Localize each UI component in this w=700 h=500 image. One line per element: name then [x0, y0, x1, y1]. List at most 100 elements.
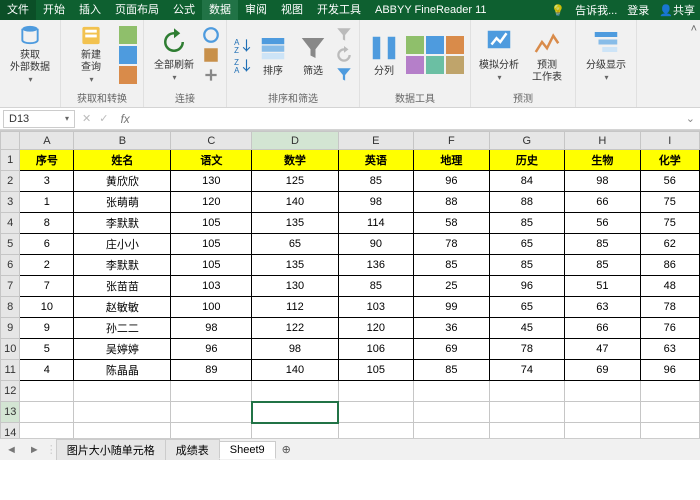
sort-desc-icon[interactable]: ZA: [233, 56, 251, 74]
cell[interactable]: 90: [338, 234, 414, 255]
collapse-ribbon-icon[interactable]: ˄: [691, 23, 697, 35]
remove-dup-icon[interactable]: [426, 36, 444, 54]
cell[interactable]: [74, 402, 171, 423]
reapply-icon[interactable]: [335, 46, 353, 64]
cell[interactable]: 96: [171, 339, 252, 360]
recent-sources-icon[interactable]: [119, 66, 137, 84]
consolidate-icon[interactable]: [406, 56, 424, 74]
header-cell[interactable]: 地理: [414, 150, 490, 171]
cell[interactable]: 2: [20, 255, 74, 276]
cell[interactable]: 7: [20, 276, 74, 297]
cell[interactable]: 84: [489, 171, 565, 192]
enter-icon[interactable]: ✓: [95, 112, 112, 125]
tab-file[interactable]: 文件: [0, 0, 36, 20]
edit-links-icon[interactable]: [202, 66, 220, 84]
header-cell[interactable]: 序号: [20, 150, 74, 171]
cell[interactable]: 98: [171, 318, 252, 339]
cell[interactable]: 105: [171, 234, 252, 255]
cell[interactable]: [171, 402, 252, 423]
header-cell[interactable]: 化学: [640, 150, 699, 171]
cell[interactable]: [20, 402, 74, 423]
cell[interactable]: 96: [640, 360, 699, 381]
cell[interactable]: 5: [20, 339, 74, 360]
column-headers[interactable]: ABCDEFGHI: [1, 132, 700, 150]
cell[interactable]: 47: [565, 339, 641, 360]
cell[interactable]: 66: [565, 318, 641, 339]
cell[interactable]: 10: [20, 297, 74, 318]
expand-fx-icon[interactable]: ⌄: [681, 112, 700, 125]
cell[interactable]: 140: [252, 360, 338, 381]
cell[interactable]: 122: [252, 318, 338, 339]
cell[interactable]: 98: [338, 192, 414, 213]
row-header[interactable]: 7: [1, 276, 20, 297]
cell[interactable]: 99: [414, 297, 490, 318]
outline-button[interactable]: 分级显示▾: [582, 24, 630, 86]
row-header[interactable]: 13: [1, 402, 20, 423]
cell[interactable]: 98: [252, 339, 338, 360]
cell[interactable]: [20, 381, 74, 402]
row-header[interactable]: 4: [1, 213, 20, 234]
tab-data[interactable]: 数据: [202, 0, 238, 20]
header-cell[interactable]: 语文: [171, 150, 252, 171]
row-header[interactable]: 5: [1, 234, 20, 255]
cancel-icon[interactable]: ✕: [78, 112, 95, 125]
forecast-sheet-button[interactable]: 预测 工作表: [525, 24, 569, 86]
add-sheet-button[interactable]: ⊕: [276, 443, 297, 456]
cell[interactable]: [565, 402, 641, 423]
cell[interactable]: 66: [565, 192, 641, 213]
filter-button[interactable]: 筛选: [295, 24, 331, 86]
sheet-tab-0[interactable]: 图片大小随单元格: [56, 439, 166, 460]
what-if-button[interactable]: 模拟分析▾: [477, 24, 521, 86]
cell[interactable]: [338, 381, 414, 402]
cell[interactable]: 65: [489, 297, 565, 318]
cell[interactable]: [414, 381, 490, 402]
cell[interactable]: 75: [640, 213, 699, 234]
tab-review[interactable]: 审阅: [238, 0, 274, 20]
cell[interactable]: 9: [20, 318, 74, 339]
cell[interactable]: 56: [640, 171, 699, 192]
sheet-nav-prev[interactable]: ◄: [0, 444, 23, 456]
cell[interactable]: [252, 402, 338, 423]
cell[interactable]: 36: [414, 318, 490, 339]
cell[interactable]: 88: [489, 192, 565, 213]
cell[interactable]: 85: [565, 255, 641, 276]
cell[interactable]: 105: [171, 255, 252, 276]
cell[interactable]: 85: [338, 171, 414, 192]
row-header[interactable]: 6: [1, 255, 20, 276]
from-table-icon[interactable]: [119, 46, 137, 64]
cell[interactable]: 103: [338, 297, 414, 318]
cell[interactable]: 45: [489, 318, 565, 339]
cell[interactable]: 74: [489, 360, 565, 381]
cell[interactable]: 58: [414, 213, 490, 234]
cell[interactable]: 65: [489, 234, 565, 255]
tab-abbyy[interactable]: ABBYY FineReader 11: [368, 0, 494, 20]
cell[interactable]: 56: [565, 213, 641, 234]
header-cell[interactable]: 数学: [252, 150, 338, 171]
table-row[interactable]: 48李默默10513511458855675: [1, 213, 700, 234]
cell[interactable]: 106: [338, 339, 414, 360]
cell[interactable]: 78: [414, 234, 490, 255]
table-row[interactable]: 13: [1, 402, 700, 423]
formula-input[interactable]: [138, 111, 681, 127]
table-row[interactable]: 105吴婷婷969810669784763: [1, 339, 700, 360]
cell[interactable]: [489, 402, 565, 423]
cell[interactable]: 1: [20, 192, 74, 213]
cell[interactable]: 4: [20, 360, 74, 381]
get-external-data-button[interactable]: 获取 外部数据▾: [6, 24, 54, 86]
cell[interactable]: 96: [414, 171, 490, 192]
cell[interactable]: 140: [252, 192, 338, 213]
table-row[interactable]: 99孙二二9812212036456676: [1, 318, 700, 339]
cell[interactable]: 125: [252, 171, 338, 192]
header-cell[interactable]: 生物: [565, 150, 641, 171]
header-cell[interactable]: 历史: [489, 150, 565, 171]
row-header[interactable]: 3: [1, 192, 20, 213]
cell[interactable]: 6: [20, 234, 74, 255]
row-header[interactable]: 10: [1, 339, 20, 360]
row-header[interactable]: 12: [1, 381, 20, 402]
cell[interactable]: 张萌萌: [74, 192, 171, 213]
cell[interactable]: 63: [565, 297, 641, 318]
cell[interactable]: 112: [252, 297, 338, 318]
cell[interactable]: [640, 402, 699, 423]
sort-asc-icon[interactable]: AZ: [233, 36, 251, 54]
cell[interactable]: 86: [640, 255, 699, 276]
